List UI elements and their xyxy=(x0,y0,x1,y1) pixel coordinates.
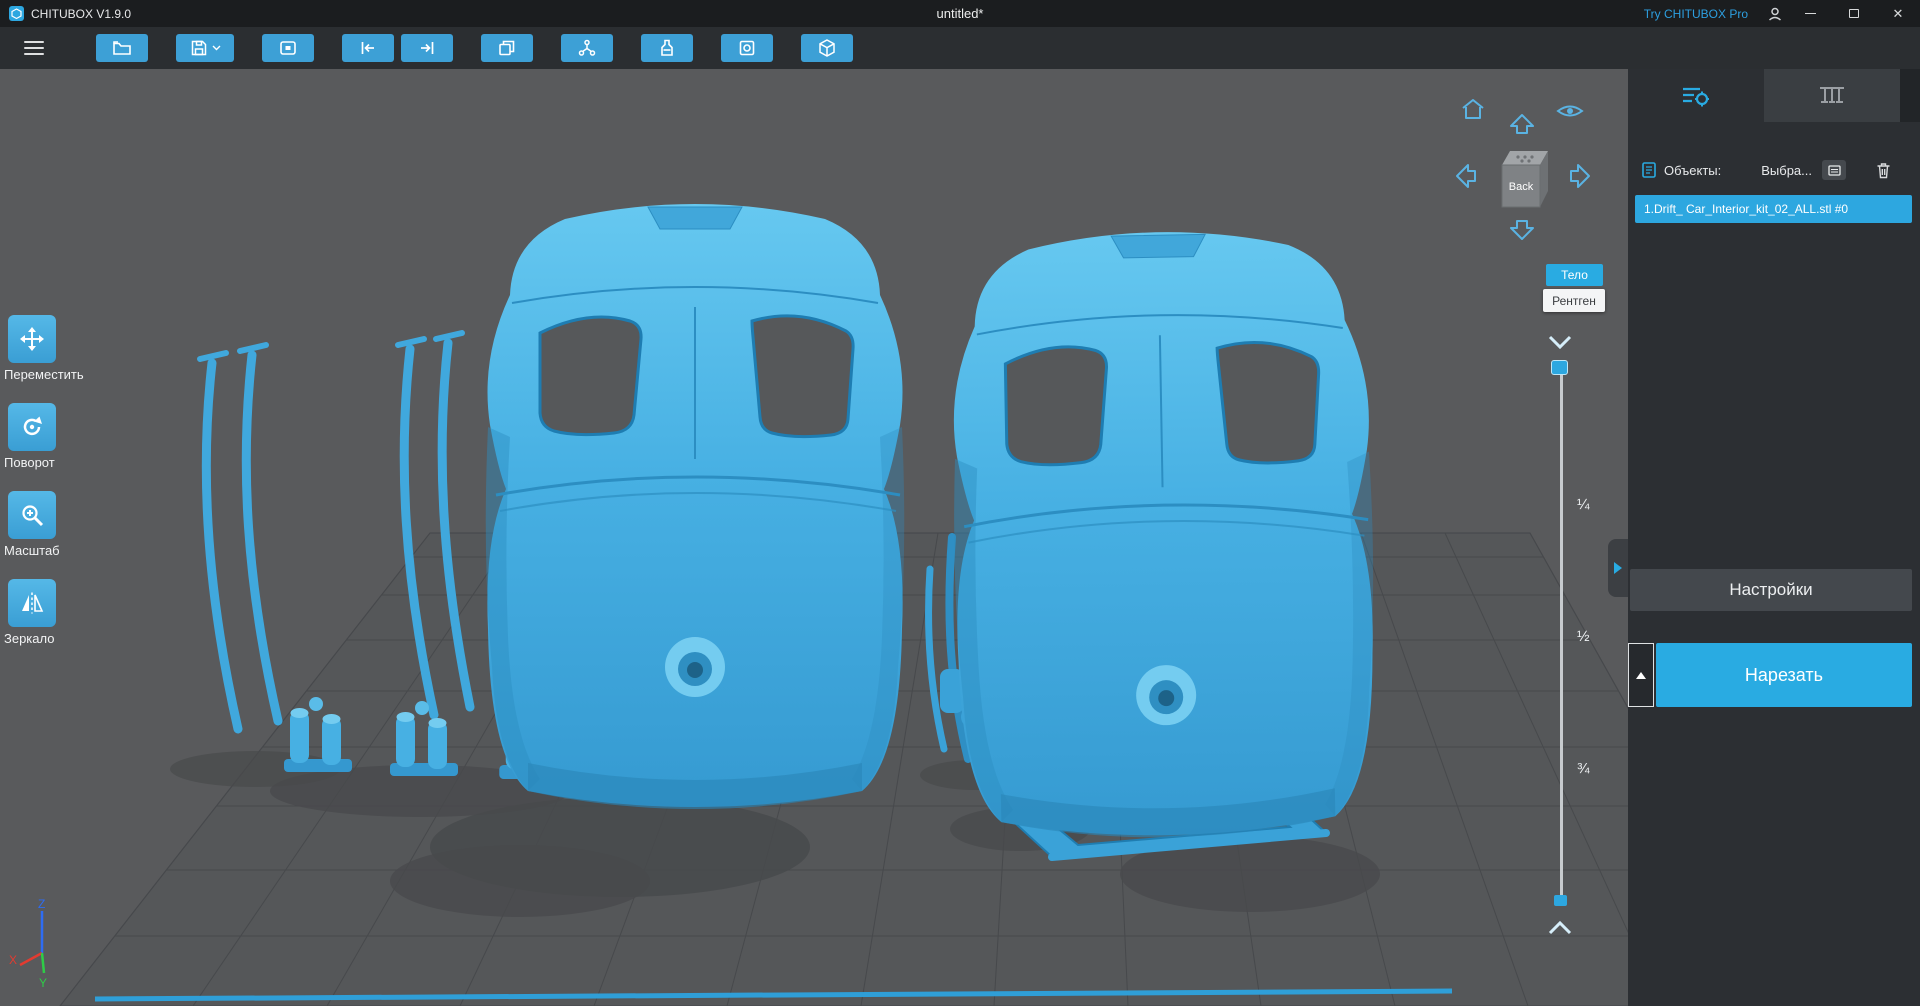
select-all-button[interactable] xyxy=(1822,160,1846,180)
slice-button[interactable]: Нарезать xyxy=(1656,643,1912,707)
support-button[interactable] xyxy=(561,34,613,62)
document-title: untitled* xyxy=(936,6,984,21)
account-button[interactable] xyxy=(1762,0,1788,27)
axis-z-label: Z xyxy=(38,897,45,911)
export-button[interactable] xyxy=(801,34,853,62)
viewport-3d-scene[interactable] xyxy=(0,69,1628,1006)
maximize-icon xyxy=(1849,9,1859,18)
redo-icon xyxy=(421,42,434,54)
slider-mark: ½ xyxy=(1577,628,1590,645)
view-cube[interactable]: Back xyxy=(1494,143,1554,213)
export-icon xyxy=(819,39,835,57)
object-list-item[interactable]: 1.Drift_ Car_Interior_kit_02_ALL.stl #0 xyxy=(1635,195,1912,223)
scale-icon xyxy=(22,505,44,527)
tab-support[interactable] xyxy=(1764,69,1900,122)
user-icon xyxy=(1768,7,1782,21)
rotate-label: Поворот xyxy=(4,455,55,470)
slider-mark: ¾ xyxy=(1577,760,1590,777)
expand-profile-button[interactable] xyxy=(1628,643,1654,707)
clone-button[interactable] xyxy=(481,34,533,62)
view-home-icon[interactable] xyxy=(1460,97,1486,121)
view-cube-face-label: Back xyxy=(1509,181,1534,193)
layer-slider-track[interactable] xyxy=(1560,367,1563,901)
slider-step-down-icon[interactable] xyxy=(1548,335,1572,349)
mirror-button[interactable] xyxy=(8,579,56,627)
triangle-up-icon xyxy=(1636,671,1646,679)
model-seat-left[interactable] xyxy=(484,202,906,811)
slider-mark: ¼ xyxy=(1577,496,1590,513)
close-button[interactable]: ✕ xyxy=(1876,0,1920,27)
slice-row: Нарезать xyxy=(1628,643,1912,707)
chevron-right-icon xyxy=(1614,562,1622,574)
model-seat-right[interactable] xyxy=(947,227,1380,843)
screenshot-button[interactable] xyxy=(262,34,314,62)
clone-icon xyxy=(499,40,515,56)
redo-button[interactable] xyxy=(401,34,453,62)
hollow-icon xyxy=(661,39,673,56)
selected-label: Выбра... xyxy=(1761,162,1812,178)
scale-button[interactable] xyxy=(8,491,56,539)
viewport[interactable]: Переместить Поворот Масштаб Зеркало Back… xyxy=(0,69,1628,1006)
axis-y-label: Y xyxy=(39,976,47,990)
mirror-icon xyxy=(22,592,44,614)
slider-step-up-icon[interactable] xyxy=(1548,921,1572,935)
rotate-view-down-icon[interactable] xyxy=(1508,219,1536,241)
rotate-view-right-icon[interactable] xyxy=(1569,162,1591,190)
title-bar: CHITUBOX V1.9.0 untitled* Try CHITUBOX P… xyxy=(0,0,1920,27)
hollow-button[interactable] xyxy=(641,34,693,62)
open-file-icon xyxy=(113,41,131,55)
app-title: CHITUBOX V1.9.0 xyxy=(31,6,132,21)
axis-x-label: X xyxy=(9,953,17,967)
layer-slider-thumb-bottom[interactable] xyxy=(1554,895,1567,906)
settings-list-icon xyxy=(1683,87,1709,106)
layer-slider-thumb-top[interactable] xyxy=(1551,360,1568,375)
main-toolbar xyxy=(0,27,1920,69)
rotate-view-left-icon[interactable] xyxy=(1455,162,1477,190)
move-icon xyxy=(20,327,44,351)
support-icon xyxy=(578,39,596,56)
app-logo-icon xyxy=(9,6,24,21)
move-button[interactable] xyxy=(8,315,56,363)
axis-gizmo: Z X Y xyxy=(9,897,47,990)
open-file-button[interactable] xyxy=(96,34,148,62)
save-icon xyxy=(191,40,206,56)
objects-row: Объекты: Выбра... xyxy=(1642,157,1900,183)
scale-label: Масштаб xyxy=(4,543,60,558)
dig-hole-icon xyxy=(739,40,755,56)
tab-settings[interactable] xyxy=(1628,69,1764,122)
dig-hole-button[interactable] xyxy=(721,34,773,62)
settings-button[interactable]: Настройки xyxy=(1630,569,1912,611)
rotate-icon xyxy=(23,416,42,436)
save-button[interactable] xyxy=(176,34,234,62)
panel-tabs xyxy=(1628,69,1920,122)
undo-button[interactable] xyxy=(342,34,394,62)
screenshot-icon xyxy=(280,41,296,55)
view-perspective-eye-icon[interactable] xyxy=(1556,102,1584,120)
panel-collapse-button[interactable] xyxy=(1608,539,1628,597)
right-panel: Объекты: Выбра... 1.Drift_ Car_Interior_… xyxy=(1628,69,1920,1006)
select-all-icon xyxy=(1827,164,1841,176)
trash-icon xyxy=(1877,162,1890,178)
menu-button[interactable] xyxy=(24,41,44,55)
undo-icon xyxy=(361,42,374,54)
move-label: Переместить xyxy=(4,367,84,382)
objects-label: Объекты: xyxy=(1664,162,1722,178)
chevron-down-icon xyxy=(212,45,220,51)
object-list-icon xyxy=(1642,162,1656,178)
minimize-icon xyxy=(1804,13,1816,14)
transform-tools: Переместить Поворот Масштаб Зеркало xyxy=(4,315,84,667)
rotate-button[interactable] xyxy=(8,403,56,451)
delete-button[interactable] xyxy=(1876,162,1891,179)
mirror-label: Зеркало xyxy=(4,631,55,646)
support-pillars-icon xyxy=(1820,86,1844,103)
rotate-view-up-icon[interactable] xyxy=(1508,113,1536,135)
minimize-button[interactable] xyxy=(1788,0,1832,27)
render-mode-xray-button[interactable]: Рентген xyxy=(1543,289,1605,312)
try-pro-link[interactable]: Try CHITUBOX Pro xyxy=(1644,7,1748,21)
maximize-button[interactable] xyxy=(1832,0,1876,27)
render-mode-body-button[interactable]: Тело xyxy=(1546,264,1603,286)
